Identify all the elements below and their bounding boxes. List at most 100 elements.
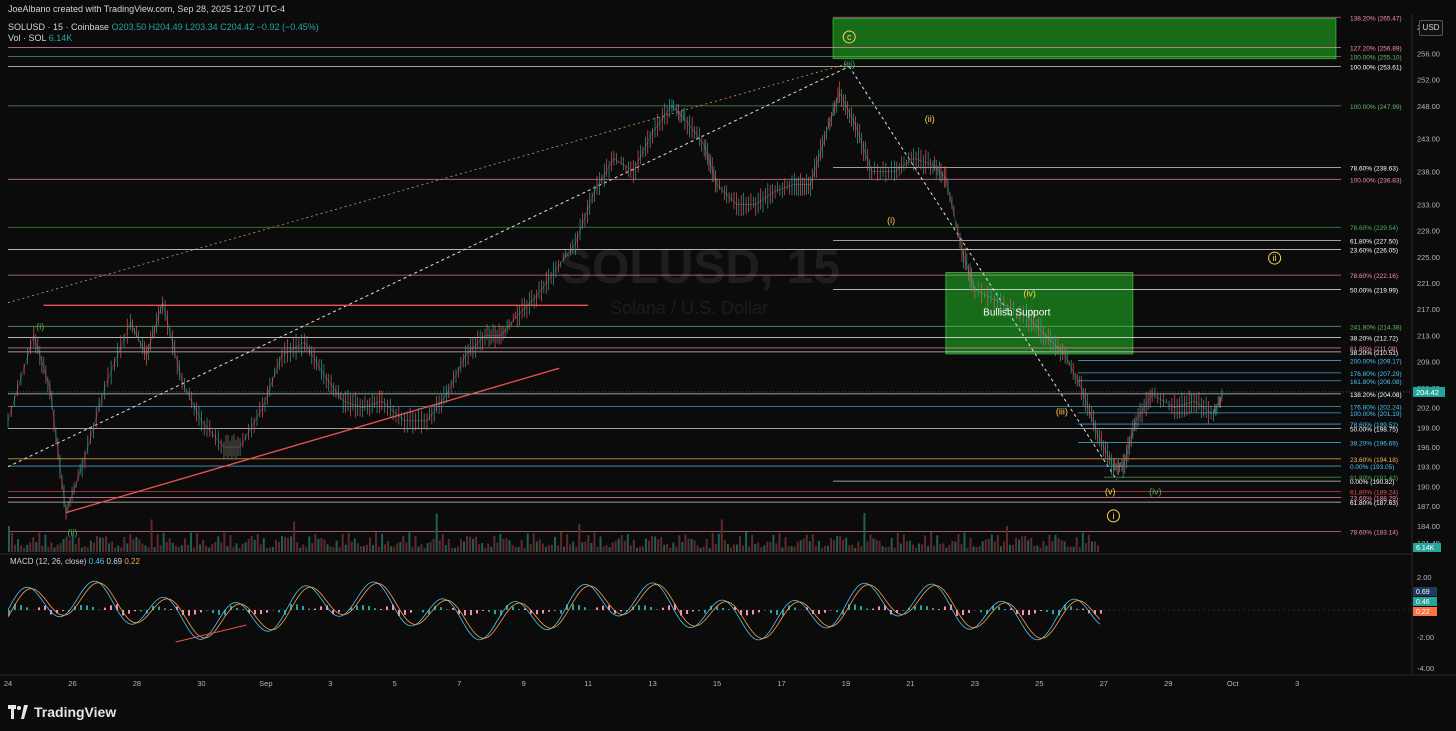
volume-bar (290, 536, 293, 552)
macd-histogram-bar (440, 607, 442, 610)
volume-bar (447, 538, 450, 552)
volume-bar (1036, 545, 1039, 552)
volume-bar (805, 534, 808, 552)
volume-bar (229, 535, 232, 552)
volume-bar (329, 546, 332, 552)
volume-bar (969, 537, 972, 552)
fib-level-label: 50.00% (198.75) (1350, 427, 1398, 434)
volume-bar (769, 541, 772, 552)
macd-histogram-bar (62, 610, 64, 612)
volume-bar (942, 543, 945, 552)
volume-bar (338, 547, 341, 552)
volume-bar (933, 545, 936, 552)
volume-bar (529, 544, 532, 552)
volume-bar (68, 539, 71, 552)
volume-bar (490, 546, 493, 552)
volume-label[interactable]: Vol · SOL (8, 33, 46, 43)
macd-histogram-bar (212, 610, 214, 614)
wave-label: Bullish Support (983, 308, 1050, 319)
symbol-name[interactable]: SOLUSD · 15 · Coinbase (8, 22, 109, 32)
target-zone-top[interactable] (832, 18, 1337, 60)
volume-bar (65, 536, 68, 552)
volume-bar (672, 542, 675, 552)
volume-bar (235, 543, 238, 552)
volume-bar (478, 544, 481, 552)
macd-histogram-bar (1004, 609, 1006, 610)
macd-histogram-bar (1052, 610, 1054, 615)
volume-bar (939, 544, 942, 552)
tradingview-footer[interactable]: TradingView (8, 704, 116, 720)
volume-bar (1054, 534, 1057, 552)
volume-bar (426, 543, 429, 552)
volume-bar (593, 532, 596, 552)
volume-bar (311, 542, 314, 552)
volume-bar (350, 541, 353, 552)
time-axis-tick: Sep (259, 679, 272, 688)
volume-bar (596, 547, 599, 552)
volume-bar (1084, 543, 1087, 552)
macd-histogram-bar (602, 605, 604, 610)
volume-bar (487, 543, 490, 552)
price-axis-tick: 196.00 (1417, 443, 1440, 452)
volume-bar (271, 546, 274, 552)
macd-histogram-bar (746, 610, 748, 616)
macd-value-label: 0.46 (1416, 599, 1430, 606)
volume-bar (393, 546, 396, 552)
macd-histogram-bar (878, 606, 880, 610)
volume-bar (1075, 537, 1078, 552)
volume-bar (356, 543, 359, 552)
volume-bar (645, 538, 647, 552)
volume-bar (199, 544, 202, 552)
volume-bar (414, 535, 417, 552)
volume-bar (748, 546, 751, 552)
volume-bar (353, 538, 356, 552)
volume-bar (444, 544, 447, 552)
volume-bar (20, 545, 23, 552)
volume-bar (375, 532, 378, 552)
volume-bar (572, 541, 575, 552)
price-axis-tick: 233.00 (1417, 200, 1440, 209)
wave-label: i (1112, 511, 1114, 521)
volume-bar (132, 539, 135, 552)
macd-histogram-bar (308, 608, 310, 610)
volume-bar (629, 545, 632, 552)
volume-bar (626, 534, 629, 552)
macd-histogram-bar (380, 609, 382, 610)
currency-button[interactable]: USD (1419, 20, 1443, 36)
volume-bar (138, 539, 141, 552)
fib-level-label: 38.20% (196.69) (1350, 440, 1398, 447)
wave-label: ii (1273, 253, 1277, 263)
volume-bar (514, 547, 517, 552)
volume-bar (720, 519, 723, 552)
macd-histogram-bar (1082, 608, 1084, 610)
volume-bar (787, 546, 790, 552)
volume-bar (711, 533, 714, 552)
macd-label[interactable]: MACD (12, 26, close) (10, 557, 86, 566)
fib-level-label: 127.20% (256.89) (1350, 45, 1402, 52)
time-axis-tick: 11 (584, 679, 592, 688)
macd-histogram-bar (1076, 608, 1078, 610)
author-credit: JoeAlbano created with TradingView.com, … (8, 4, 286, 14)
volume-bar (1078, 547, 1081, 552)
volume-bar (381, 533, 384, 552)
volume-bar (820, 547, 823, 552)
volume-bar (323, 539, 326, 552)
chart-canvas[interactable]: 138.20% (265.47) 127.20% (256.89) 100.00% … (0, 0, 1456, 731)
time-axis-tick: 24 (4, 679, 12, 688)
macd-histogram-bar (80, 605, 82, 610)
volume-bar (156, 534, 159, 552)
volume-bar (250, 536, 253, 552)
volume-bar (541, 543, 544, 552)
volume-bar (675, 546, 678, 552)
volume-bar (1072, 546, 1075, 552)
volume-bar (1051, 540, 1054, 552)
volume-bar (420, 544, 423, 552)
volume-bar (162, 532, 165, 552)
volume-bar (86, 547, 89, 552)
macd-histogram-bar (554, 610, 556, 612)
time-axis-tick: 5 (393, 679, 397, 688)
volume-bar (781, 547, 784, 552)
volume-bar (405, 542, 408, 552)
volume-bar (150, 519, 153, 552)
volume-bar (547, 545, 550, 552)
